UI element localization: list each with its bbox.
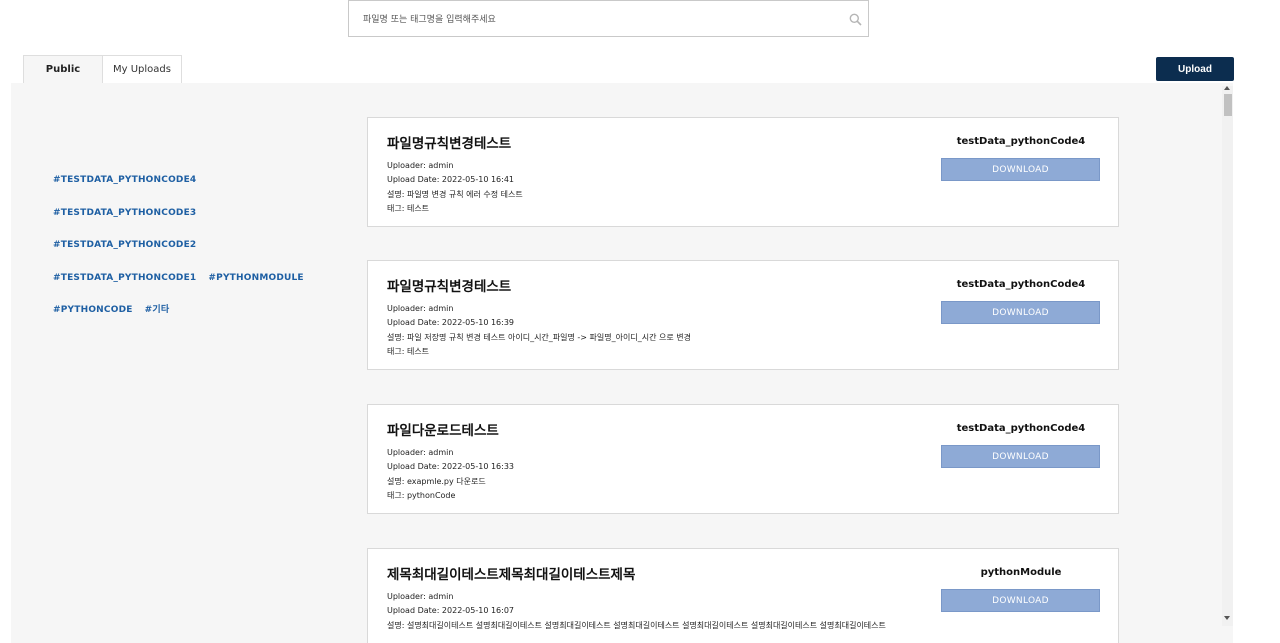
file-category: testData_pythonCode4: [956, 423, 1086, 434]
scrollbar-thumb[interactable]: [1224, 94, 1232, 116]
file-category: pythonModule: [980, 567, 1062, 578]
tab-my-uploads[interactable]: My Uploads: [102, 55, 182, 83]
file-upload-date: Upload Date: 2022-05-10 16:41: [387, 175, 515, 184]
file-title: 파일다운로드테스트: [387, 423, 499, 439]
file-tags: 태그: pythonCode: [387, 491, 456, 500]
tag-line: #TESTDATA_PYTHONCODE1 #PYTHONMODULE: [53, 273, 353, 306]
file-title: 파일명규칙변경테스트: [387, 279, 512, 295]
file-uploader: Uploader: admin: [387, 448, 454, 457]
file-uploader: Uploader: admin: [387, 592, 454, 601]
file-tags: 태그: 테스트: [387, 204, 430, 213]
file-description: 설명: 설명최대길이테스트 설명최대길이테스트 설명최대길이테스트 설명최대길이…: [387, 621, 886, 630]
upload-button[interactable]: Upload: [1156, 57, 1234, 81]
file-description: 설명: 파일명 변경 규칙 에러 수정 테스트: [387, 190, 523, 199]
tag-link[interactable]: #TESTDATA_PYTHONCODE2: [53, 240, 196, 273]
tag-link[interactable]: #TESTDATA_PYTHONCODE1: [53, 273, 196, 306]
scroll-up-arrow-icon[interactable]: [1224, 86, 1230, 90]
file-card: 제목최대길이테스트제목최대길이테스트제목 Uploader: admin Upl…: [367, 548, 1119, 643]
scroll-down-arrow-icon[interactable]: [1224, 616, 1230, 620]
tag-line: #TESTDATA_PYTHONCODE2: [53, 240, 353, 273]
file-category: testData_pythonCode4: [956, 279, 1086, 290]
search-box[interactable]: [348, 0, 869, 38]
content-panel: #TESTDATA_PYTHONCODE4 #TESTDATA_PYTHONCO…: [11, 83, 1233, 643]
file-card: 파일다운로드테스트 Uploader: admin Upload Date: 2…: [367, 404, 1119, 514]
file-title: 파일명규칙변경테스트: [387, 136, 512, 152]
tag-link[interactable]: #TESTDATA_PYTHONCODE3: [53, 208, 196, 241]
tag-line: #PYTHONCODE #기타: [53, 305, 353, 338]
download-button[interactable]: DOWNLOAD: [941, 589, 1100, 612]
file-uploader: Uploader: admin: [387, 304, 454, 313]
download-button[interactable]: DOWNLOAD: [941, 301, 1100, 324]
file-upload-date: Upload Date: 2022-05-10 16:07: [387, 606, 515, 615]
tag-line: #TESTDATA_PYTHONCODE4: [53, 175, 353, 208]
tag-link[interactable]: #PYTHONCODE: [53, 305, 133, 338]
tag-link[interactable]: #기타: [145, 305, 170, 338]
file-title: 제목최대길이테스트제목최대길이테스트제목: [387, 567, 636, 583]
file-upload-date: Upload Date: 2022-05-10 16:33: [387, 462, 515, 471]
tag-cloud: #TESTDATA_PYTHONCODE4 #TESTDATA_PYTHONCO…: [53, 175, 353, 338]
download-button[interactable]: DOWNLOAD: [941, 445, 1100, 468]
scrollbar[interactable]: [1222, 86, 1233, 626]
file-card: 파일명규칙변경테스트 Uploader: admin Upload Date: …: [367, 117, 1119, 227]
search-icon[interactable]: [849, 13, 862, 26]
search-input[interactable]: [361, 1, 845, 38]
file-card: 파일명규칙변경테스트 Uploader: admin Upload Date: …: [367, 260, 1119, 370]
file-description: 설명: exapmle.py 다운로드: [387, 477, 486, 486]
tab-public[interactable]: Public: [23, 55, 103, 83]
download-button[interactable]: DOWNLOAD: [941, 158, 1100, 181]
file-uploader: Uploader: admin: [387, 161, 454, 170]
file-upload-date: Upload Date: 2022-05-10 16:39: [387, 318, 515, 327]
tag-link[interactable]: #TESTDATA_PYTHONCODE4: [53, 175, 196, 208]
file-description: 설명: 파일 저장명 규칙 변경 테스트 아이디_시간_파일명 -> 파일명_아…: [387, 333, 691, 342]
tag-line: #TESTDATA_PYTHONCODE3: [53, 208, 353, 241]
file-tags: 태그: 테스트: [387, 347, 430, 356]
tag-link[interactable]: #PYTHONMODULE: [208, 273, 303, 306]
file-category: testData_pythonCode4: [956, 136, 1086, 147]
